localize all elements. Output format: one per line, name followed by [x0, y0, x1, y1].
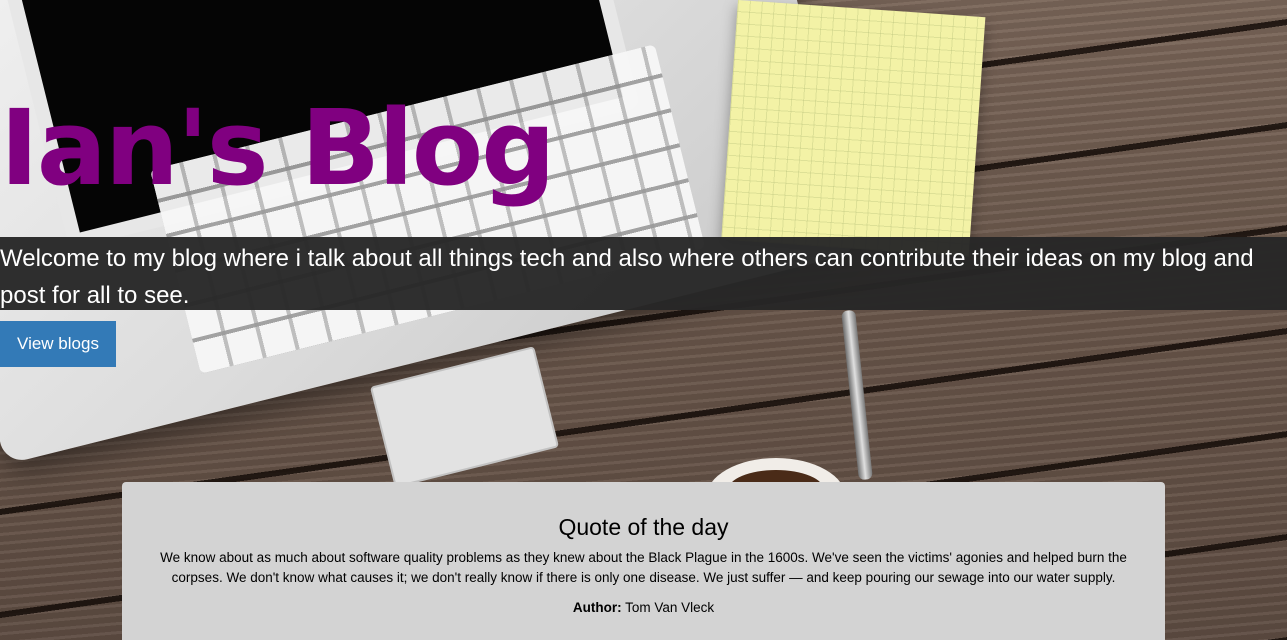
welcome-banner: Welcome to my blog where i talk about al… — [0, 237, 1287, 310]
quote-text: We know about as much about software qua… — [160, 550, 1127, 585]
notepad — [721, 0, 986, 257]
welcome-text: Welcome to my blog where i talk about al… — [0, 245, 1254, 309]
quote-heading: Quote of the day — [558, 514, 729, 540]
quote-author: Author: Tom Van Vleck — [122, 598, 1165, 618]
quote-author-name: Tom Van Vleck — [625, 600, 715, 615]
view-blogs-button[interactable]: View blogs — [0, 321, 116, 367]
quote-author-label: Author: — [572, 600, 622, 615]
blog-title: Ian's Blog — [0, 87, 556, 209]
quote-of-the-day-card: Quote of the day We know about as much a… — [122, 482, 1165, 640]
